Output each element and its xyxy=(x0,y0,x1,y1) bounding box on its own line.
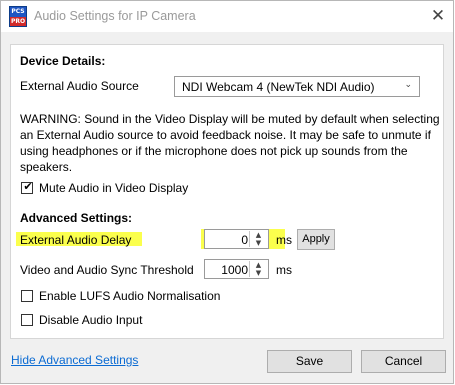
external-audio-delay-value: 0 xyxy=(241,233,248,247)
mute-audio-label: Mute Audio in Video Display xyxy=(39,181,189,195)
spin-up-icon[interactable]: ▲ xyxy=(250,231,267,239)
sync-unit: ms xyxy=(276,263,292,277)
advanced-settings-heading: Advanced Settings: xyxy=(20,211,133,225)
checkmark-icon: ✔ xyxy=(23,180,33,193)
hide-advanced-settings-link[interactable]: Hide Advanced Settings xyxy=(11,353,138,367)
cancel-button[interactable]: Cancel xyxy=(361,350,446,373)
spin-buttons: ▲ ▼ xyxy=(249,231,267,247)
mute-audio-checkbox[interactable]: ✔ xyxy=(21,180,33,194)
audio-settings-dialog: PCS PRO Audio Settings for IP Camera ✕ D… xyxy=(0,0,454,384)
chevron-down-icon: ⌄ xyxy=(404,80,412,90)
close-icon[interactable]: ✕ xyxy=(425,4,451,28)
apply-button[interactable]: Apply xyxy=(297,229,335,250)
warning-text: WARNING: Sound in the Video Display will… xyxy=(20,112,440,174)
external-source-select[interactable]: NDI Webcam 4 (NewTek NDI Audio) ⌄ xyxy=(174,76,420,97)
external-source-value: NDI Webcam 4 (NewTek NDI Audio) xyxy=(182,80,375,94)
spin-up-icon[interactable]: ▲ xyxy=(250,261,267,269)
app-logo-bottom-text: PRO xyxy=(10,17,26,26)
external-source-label: External Audio Source xyxy=(20,79,139,93)
disable-audio-input-checkbox[interactable] xyxy=(21,314,33,326)
enable-lufs-label: Enable LUFS Audio Normalisation xyxy=(39,289,221,303)
spin-down-icon[interactable]: ▼ xyxy=(250,269,267,277)
device-details-heading: Device Details: xyxy=(20,54,106,68)
save-button[interactable]: Save xyxy=(267,350,352,373)
external-audio-delay-input[interactable]: 0 ▲ ▼ xyxy=(204,229,269,249)
title-bar: PCS PRO Audio Settings for IP Camera ✕ xyxy=(1,1,453,32)
spin-down-icon[interactable]: ▼ xyxy=(250,239,267,247)
enable-lufs-checkbox[interactable] xyxy=(21,290,33,302)
settings-panel: Device Details: External Audio Source ND… xyxy=(10,44,444,339)
delay-unit: ms xyxy=(276,233,292,247)
spin-buttons: ▲ ▼ xyxy=(249,261,267,277)
app-logo-icon: PCS PRO xyxy=(9,6,27,27)
sync-threshold-label: Video and Audio Sync Threshold xyxy=(20,263,194,277)
disable-audio-input-label: Disable Audio Input xyxy=(39,313,143,327)
app-logo-top-text: PCS xyxy=(10,7,26,17)
sync-threshold-input[interactable]: 1000 ▲ ▼ xyxy=(204,259,269,279)
sync-threshold-value: 1000 xyxy=(221,263,248,277)
window-title: Audio Settings for IP Camera xyxy=(34,9,196,23)
external-audio-delay-label: External Audio Delay xyxy=(20,233,132,247)
